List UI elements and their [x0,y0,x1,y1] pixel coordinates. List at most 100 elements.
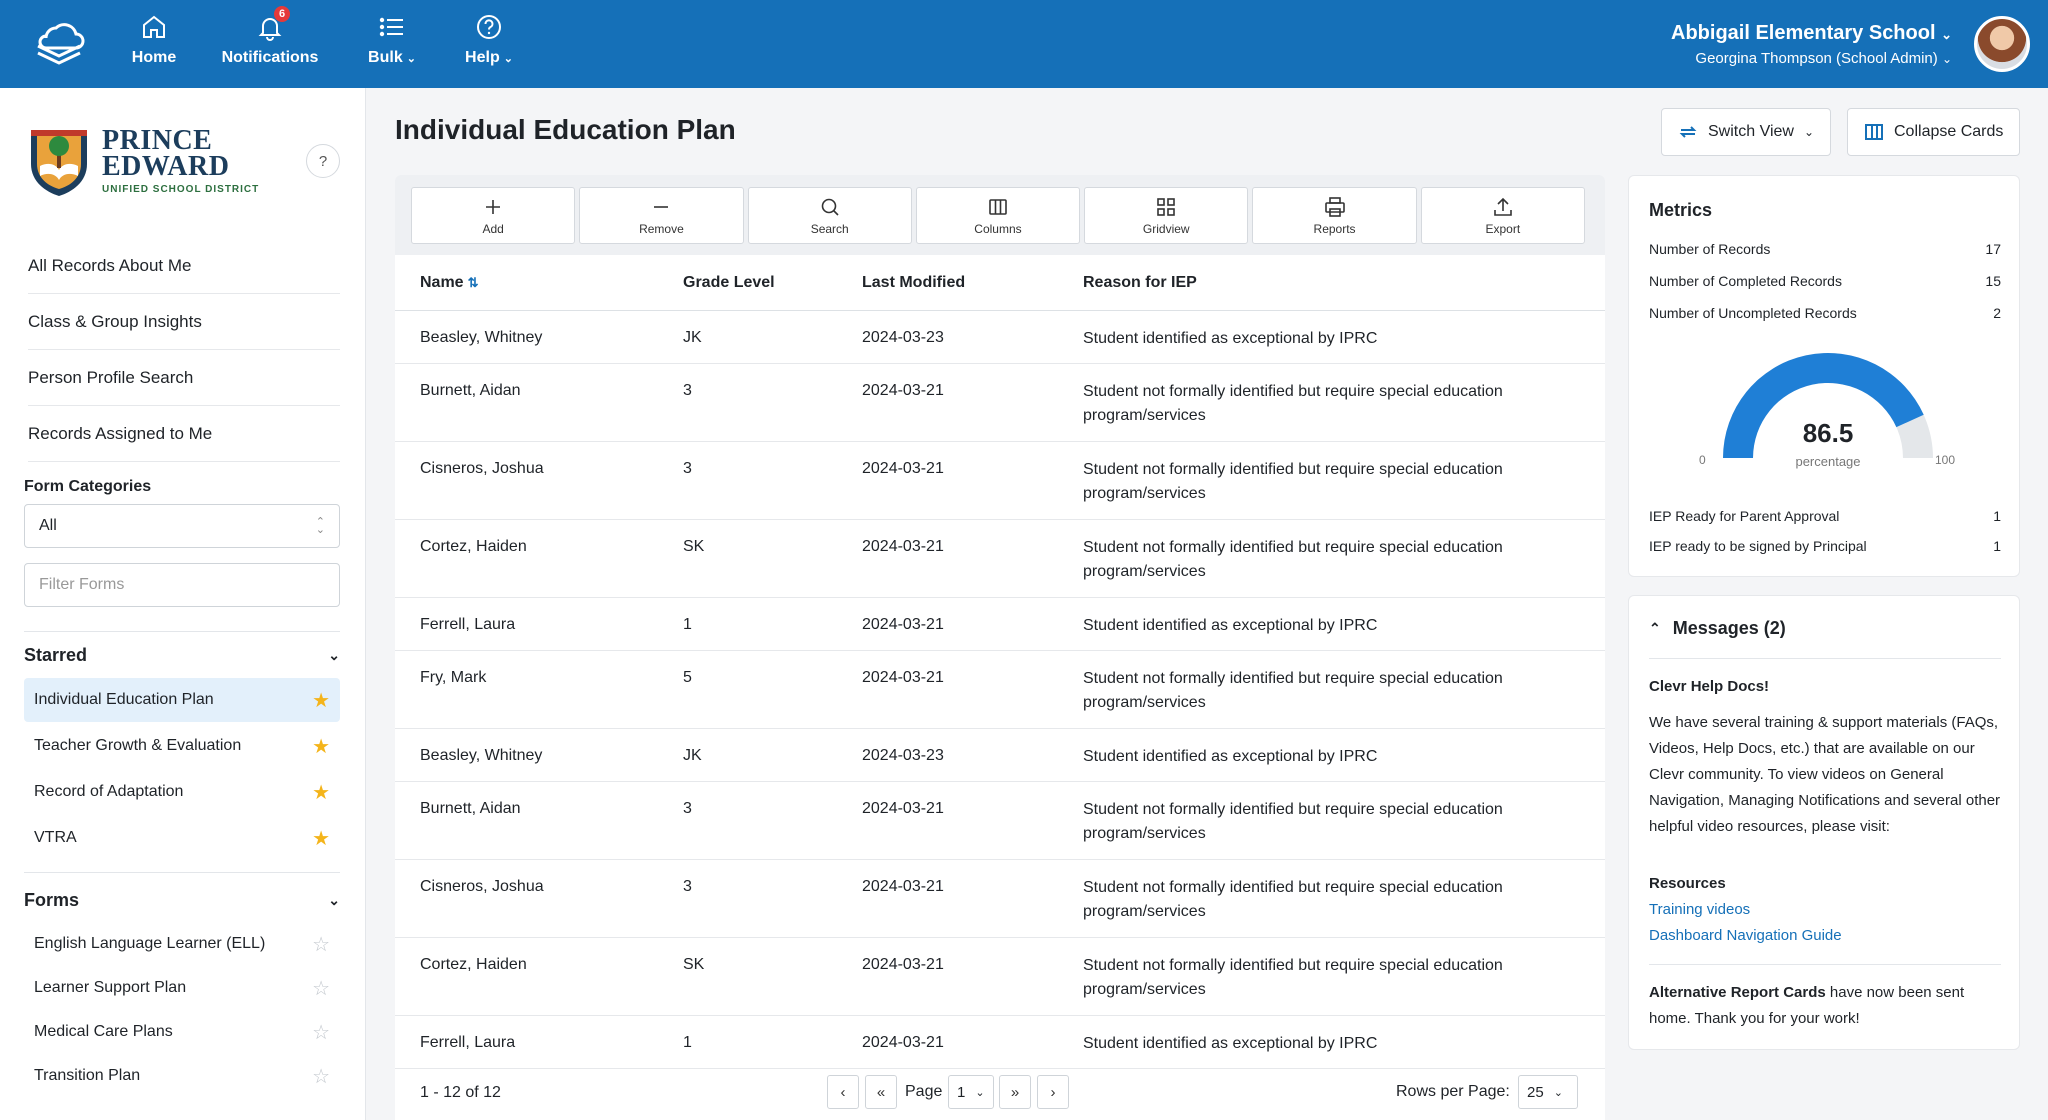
printer-icon [1324,196,1345,217]
cell-name: Cortez, Haiden [420,956,527,973]
nav-help-label: Help [465,49,500,66]
nav-bulk[interactable]: Bulk ⌄ [364,12,420,76]
starred-section-header[interactable]: Starred ⌄ [24,645,340,666]
starred-title: Starred [24,645,88,665]
last-page-button[interactable]: » [999,1075,1031,1109]
table-header: Name ⇅ Grade Level Last Modified Reason f… [395,255,1605,311]
form-item-ell[interactable]: English Language Learner (ELL) ☆ [24,922,340,966]
sidebar-help-button[interactable]: ? [306,144,340,178]
form-item-transition[interactable]: Transition Plan ☆ [24,1054,340,1098]
export-button[interactable]: Export [1420,187,1585,244]
sort-icon[interactable]: ⇅ [468,275,479,290]
divider [1649,658,2001,659]
table-row[interactable]: Cortez, Haiden SK 2024-03-21 Student not fo… [395,938,1605,1016]
dashboard-guide-link[interactable]: Dashboard Navigation Guide [1649,923,2005,949]
sidebar-link-profile-search[interactable]: Person Profile Search [28,350,340,406]
top-navigation-bar: Home 6 Notifications Bulk ⌄ Help ⌄ Abbigai… [0,0,2048,88]
table-row[interactable]: Burnett, Aidan 3 2024-03-21 Student not for… [395,364,1605,442]
cell-name: Beasley, Whitney [420,747,543,764]
gridview-button[interactable]: Gridview [1084,187,1249,244]
sidebar-link-all-records[interactable]: All Records About Me [28,238,340,294]
rows-per-page-select[interactable]: 25 ⌄ [1518,1075,1578,1109]
list-item-label: Individual Education Plan [34,691,214,708]
form-category-select[interactable]: All ⌃ ⌄ [24,504,340,548]
sidebar-link-assigned[interactable]: Records Assigned to Me [28,406,340,462]
table-row[interactable]: Cisneros, Joshua 3 2024-03-21 Student not f… [395,442,1605,520]
column-header-name[interactable]: Name ⇅ [420,274,478,292]
star-filled-icon[interactable]: ★ [312,734,330,759]
search-button[interactable]: Search [747,187,912,244]
sidebar-link-class-insights[interactable]: Class & Group Insights [28,294,340,350]
training-videos-link[interactable]: Training videos [1649,897,2005,923]
prev-page-button[interactable]: ‹ [827,1075,859,1109]
forms-section-header[interactable]: Forms ⌄ [24,890,340,911]
chevron-down-icon: ⌄ [328,647,340,663]
columns-button[interactable]: Columns [915,187,1081,244]
cell-grade: JK [683,329,702,346]
page-select[interactable]: 1 ⌄ [948,1075,994,1109]
table-row[interactable]: Beasley, Whitney JK 2024-03-23 Student iden… [395,729,1605,782]
starred-list: Individual Education Plan ★ Teacher Growt… [24,678,340,860]
divider [24,631,340,632]
starred-item-adaptation[interactable]: Record of Adaptation ★ [24,770,340,814]
star-outline-icon[interactable]: ☆ [312,932,330,957]
app-logo-icon[interactable] [32,16,86,70]
metric-label: Number of Completed Records [1649,273,1842,289]
column-header-modified[interactable]: Last Modified [862,274,965,292]
table-row[interactable]: Cisneros, Joshua 3 2024-03-21 Student not f… [395,860,1605,938]
remove-button[interactable]: Remove [579,187,744,244]
form-item-medical-care[interactable]: Medical Care Plans ☆ [24,1010,340,1054]
star-filled-icon[interactable]: ★ [312,826,330,851]
column-header-grade[interactable]: Grade Level [683,274,775,292]
table-row[interactable]: Burnett, Aidan 3 2024-03-21 Student not for… [395,782,1605,860]
messages-header[interactable]: ⌃ Messages (2) [1649,618,1786,639]
star-outline-icon[interactable]: ☆ [312,1064,330,1089]
table-row[interactable]: Beasley, Whitney JK 2024-03-23 Student iden… [395,311,1605,364]
next-page-button[interactable]: › [1037,1075,1069,1109]
brand-line-2: EDWARD [102,150,230,182]
table-row[interactable]: Ferrell, Laura 1 2024-03-21 Student identif… [395,598,1605,651]
collapse-cards-button[interactable]: Collapse Cards [1847,108,2021,156]
double-chevron-right-icon: » [1010,1083,1020,1101]
nav-notifications[interactable]: 6 Notifications [222,6,318,76]
star-filled-icon[interactable]: ★ [312,780,330,805]
cell-reason: Student not formally identified but requ… [1083,539,1503,580]
user-avatar[interactable] [1974,16,2030,72]
starred-item-teacher-growth[interactable]: Teacher Growth & Evaluation ★ [24,724,340,768]
upload-icon [1494,197,1512,216]
table-row[interactable]: Fry, Mark 5 2024-03-21 Student not formally… [395,651,1605,729]
cell-grade: 5 [683,669,692,686]
first-page-button[interactable]: « [865,1075,897,1109]
cell-reason: Student identified as exceptional by IPR… [1083,617,1378,634]
list-item-label: Transition Plan [34,1067,141,1084]
cell-grade: 1 [683,1034,692,1051]
starred-item-vtra[interactable]: VTRA ★ [24,816,340,860]
reports-button[interactable]: Reports [1252,187,1417,244]
form-item-learner-support[interactable]: Learner Support Plan ☆ [24,966,340,1010]
add-button[interactable]: Add [411,187,576,244]
nav-help[interactable]: Help ⌄ [460,12,518,76]
star-filled-icon[interactable]: ★ [312,688,330,713]
school-switcher[interactable]: Abbigail Elementary School ⌄ Georgina Th… [1671,22,1952,67]
metric-row: Number of Uncompleted Records 2 [1649,305,2001,321]
column-header-reason[interactable]: Reason for IEP [1083,274,1583,292]
table-row[interactable]: Cortez, Haiden SK 2024-03-21 Student not fo… [395,520,1605,598]
table-row[interactable]: Ferrell, Laura 1 2024-03-21 Student identif… [395,1016,1605,1069]
metric-value: 17 [1985,241,2001,257]
filter-forms-input[interactable] [24,563,340,607]
cell-reason: Student not formally identified but requ… [1083,670,1503,711]
chevron-down-icon: ⌄ [1941,27,1952,42]
divider [24,872,340,873]
cell-name: Fry, Mark [420,669,487,686]
star-outline-icon[interactable]: ☆ [312,976,330,1001]
star-outline-icon[interactable]: ☆ [312,1020,330,1045]
forms-title: Forms [24,890,80,910]
district-shield-logo-icon [31,130,87,196]
metrics-title: Metrics [1649,200,1713,220]
cell-name: Burnett, Aidan [420,382,521,399]
starred-item-iep[interactable]: Individual Education Plan ★ [24,678,340,722]
gauge-value: 86.5 [1803,418,1854,448]
switch-view-button[interactable]: Switch View ⌄ [1661,108,1832,156]
columns-icon [989,198,1007,215]
nav-home[interactable]: Home [126,12,182,76]
